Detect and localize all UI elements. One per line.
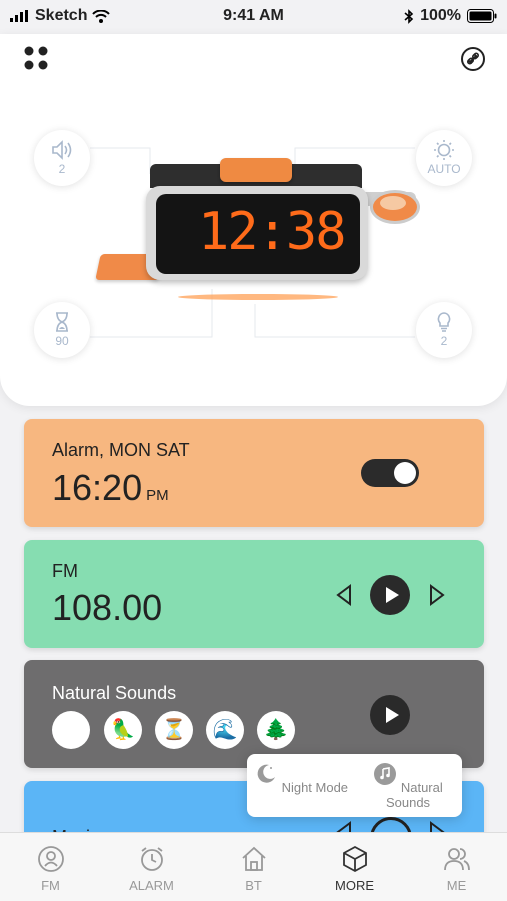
fm-frequency: 108.00 [52, 587, 163, 628]
alarm-clock-icon [140, 847, 163, 871]
bluetooth-icon [404, 8, 414, 24]
alarm-period: PM [146, 487, 169, 504]
alarm-time: 16:20 [52, 467, 143, 508]
device-hero: 2 AUTO 90 2 12:38 [0, 34, 507, 406]
tab-bt-label: BT [245, 878, 262, 893]
alarm-card[interactable]: Alarm, MON SAT 16:20 PM [24, 419, 484, 527]
toggle-knob [394, 462, 416, 484]
alarm-time-row: 16:20 PM [52, 467, 169, 509]
tab-me[interactable]: ME [406, 845, 507, 893]
natural-sounds-item[interactable]: Natural Sounds [354, 762, 462, 810]
home-icon [241, 846, 266, 871]
fm-label: FM [52, 561, 78, 581]
rain-icon[interactable]: 🌧 [52, 711, 90, 749]
fm-play-button[interactable] [370, 575, 410, 615]
sun-icon [434, 140, 454, 160]
natural-sounds-label: Natural Sounds [52, 683, 177, 703]
bottom-tab-bar: FM ALARM BT MORE ME [0, 832, 507, 901]
speaker-icon [52, 140, 72, 160]
light-value: 2 [440, 334, 448, 348]
previous-icon[interactable] [334, 584, 354, 606]
hourglass-icon[interactable]: ⏳ [155, 711, 193, 749]
alarm-label: Alarm, MON SAT [52, 440, 190, 460]
tab-me-label: ME [446, 878, 467, 893]
volume-button[interactable]: 2 [34, 130, 90, 186]
cube-icon [342, 845, 367, 873]
bird-icon[interactable]: 🦜 [104, 711, 142, 749]
music-note-icon [374, 763, 397, 785]
night-mode-label: Night Mode [281, 780, 349, 795]
battery-icon [467, 9, 497, 23]
sounds-play-button[interactable] [370, 695, 410, 735]
more-popup-menu: Night Mode Natural Sounds [247, 754, 462, 817]
people-icon [443, 848, 470, 871]
clock-digits: 12:38 [198, 202, 347, 262]
volume-value: 2 [58, 162, 66, 176]
status-right: 100% [404, 7, 497, 25]
radio-icon [37, 846, 64, 872]
timer-value: 90 [55, 334, 69, 348]
sleep-timer-button[interactable]: 90 [34, 302, 90, 358]
tab-bt[interactable]: BT [203, 845, 304, 893]
light-level-button[interactable]: 2 [416, 302, 472, 358]
tab-fm[interactable]: FM [0, 845, 101, 893]
alarm-toggle[interactable] [361, 459, 419, 487]
tab-more-label: MORE [335, 878, 374, 893]
tab-alarm[interactable]: ALARM [101, 845, 202, 893]
moon-icon [257, 764, 275, 783]
battery-percent: 100% [420, 7, 461, 24]
status-bar: Sketch 9:41 AM 100% [0, 0, 507, 34]
clock-device-image: 12:38 [95, 158, 420, 302]
fm-card[interactable]: FM 108.00 [24, 540, 484, 648]
auto-brightness-button[interactable]: AUTO [416, 130, 472, 186]
auto-value: AUTO [427, 162, 461, 176]
next-icon[interactable] [427, 584, 447, 606]
wave-icon[interactable]: 🌊 [206, 711, 244, 749]
natural-sounds-card[interactable]: Natural Sounds 🌧 🦜 ⏳ 🌊 🌲 [24, 660, 484, 768]
night-mode-item[interactable]: Night Mode [247, 762, 355, 795]
hourglass-icon [56, 312, 68, 332]
forest-icon[interactable]: 🌲 [257, 711, 295, 749]
bulb-icon [437, 312, 451, 332]
tab-more[interactable]: MORE [304, 845, 405, 893]
tab-fm-label: FM [41, 878, 60, 893]
tab-alarm-label: ALARM [129, 878, 174, 893]
